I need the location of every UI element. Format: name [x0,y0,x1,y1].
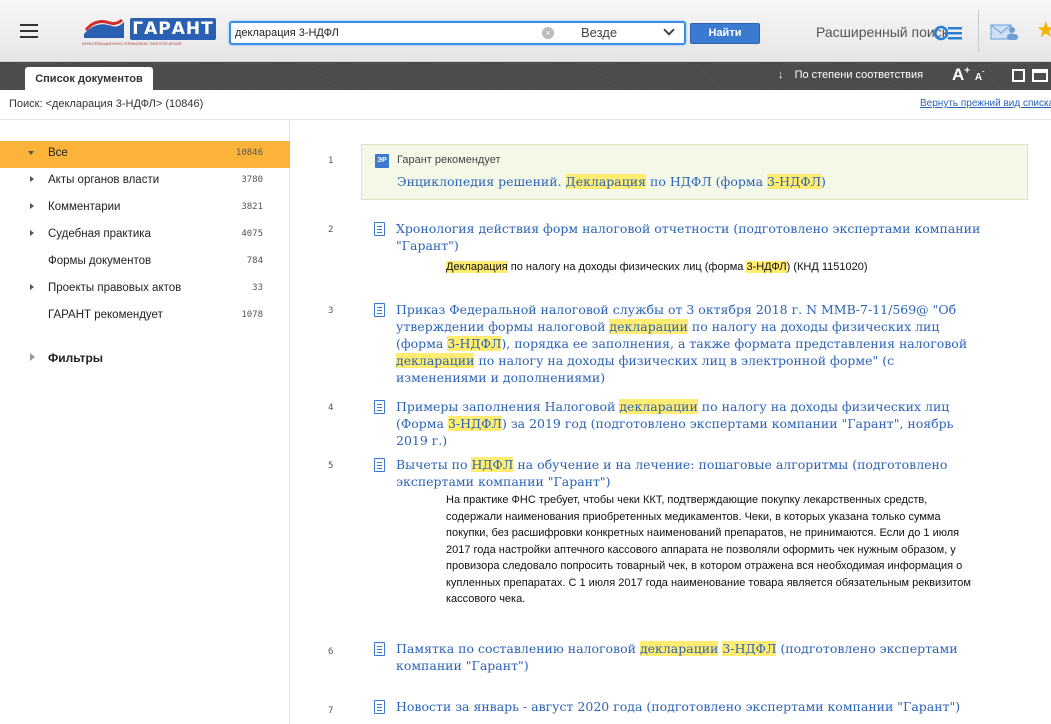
advanced-search-link[interactable]: Расширенный поиск [816,24,948,40]
garant-logo[interactable]: ГАРАНТ ИНФОРМАЦИОННО-ПРАВОВОЕ ОБЕСПЕЧЕНИ… [78,16,226,46]
result-number: 5 [328,461,334,471]
encyclopedia-icon: ЭР [375,154,389,168]
tab-document-list[interactable]: Список документов [25,67,153,91]
sidebar-item-label: Все [48,147,68,159]
result-title-link[interactable]: Хронология действия форм налоговой отчет… [396,220,986,254]
result-title-link[interactable]: Новости за январь - август 2020 года (по… [396,698,986,715]
clear-icon[interactable]: × [542,27,554,39]
document-icon [374,458,385,472]
sidebar-item-label: Проекты правовых актов [48,282,182,294]
font-decrease-icon[interactable]: A- [975,65,985,84]
sidebar-item-garant-recommends[interactable]: ГАРАНТ рекомендует 1078 [0,303,290,330]
restore-view-link[interactable]: Вернуть прежний вид списка [920,98,1051,109]
chevron-down-icon [663,24,675,36]
print-icon[interactable] [1032,69,1048,82]
logo-text: ГАРАНТ [130,18,216,40]
list-search-icon[interactable] [934,24,964,42]
result-title-link[interactable]: Приказ Федеральной налоговой службы от 3… [396,301,986,386]
sidebar-item-court-practice[interactable]: Судебная практика 4075 [0,222,290,249]
sidebar-item-draft-acts[interactable]: Проекты правовых актов 33 [0,276,290,303]
result-title-link[interactable]: Памятка по составлению налоговой деклара… [396,640,986,674]
result-number: 2 [328,225,334,235]
scope-select[interactable]: Везде [567,23,683,43]
font-increase-icon[interactable]: A+ [952,65,970,84]
sidebar-item-comments[interactable]: Комментарии 3821 [0,195,290,222]
sidebar-item-count: 3780 [241,175,263,185]
result-number: 4 [328,403,334,413]
sort-label: По степени соответствия [794,69,924,81]
sidebar-item-label: Комментарии [48,201,121,213]
hamburger-icon[interactable] [20,24,38,38]
result-number: 7 [328,706,334,716]
logo-swoosh-icon [84,18,124,38]
sidebar-item-acts[interactable]: Акты органов власти 3780 [0,168,290,195]
sort-control[interactable]: ↓ По степени соответствия [778,69,923,81]
find-button[interactable]: Найти [690,23,760,44]
document-toolbar: Список документов ↓ По степени соответст… [0,62,1051,91]
save-icon[interactable] [1012,69,1025,82]
result-snippet: Декларация по налогу на доходы физически… [446,261,868,273]
document-icon [374,400,385,414]
result-title-link[interactable]: Вычеты по НДФЛ на обучение и на лечение:… [396,456,986,490]
sidebar-item-all[interactable]: Все 10846 [0,141,290,168]
document-icon [374,700,385,714]
search-input[interactable] [235,25,535,41]
document-icon [374,222,385,236]
top-bar: ГАРАНТ ИНФОРМАЦИОННО-ПРАВОВОЕ ОБЕСПЕЧЕНИ… [0,0,1051,62]
result-title-link[interactable]: Примеры заполнения Налоговой декларации … [396,398,986,449]
result-number: 3 [328,306,334,316]
recommend-label: Гарант рекомендует [397,154,501,166]
sidebar-item-count: 10846 [235,148,263,158]
collapsed-arrow-icon [30,203,34,209]
logo-subtitle: ИНФОРМАЦИОННО-ПРАВОВОЕ ОБЕСПЕЧЕНИЕ [82,41,183,46]
sidebar-item-count: 1078 [241,310,263,320]
mail-icon[interactable] [990,22,1020,42]
search-info-line: Поиск: <декларация 3-НДФЛ> (10846) Верну… [0,90,1051,120]
result-number: 6 [328,647,334,657]
collapsed-arrow-icon [30,176,34,182]
sidebar-item-label: Формы документов [48,255,152,267]
sidebar-item-label: ГАРАНТ рекомендует [48,309,163,321]
recommended-result: ЭР Гарант рекомендует Энциклопедия решен… [361,144,1028,200]
sidebar-item-count: 4075 [241,229,263,239]
toolbar-divider [978,10,979,52]
sidebar-item-label: Акты органов власти [48,174,160,186]
result-snippet: На практике ФНС требует, чтобы чеки ККТ,… [446,494,971,605]
collapsed-arrow-icon [30,353,35,361]
expanded-arrow-icon [28,151,34,155]
search-box: × Везде [229,21,686,45]
sidebar-item-count: 3821 [241,202,263,212]
filters-label: Фильтры [48,351,104,365]
document-icon [374,642,385,656]
sidebar-item-count: 33 [252,283,263,293]
sidebar-item-document-forms[interactable]: Формы документов 784 [0,249,290,276]
star-icon[interactable]: ★ [1036,18,1051,42]
result-title-link[interactable]: Энциклопедия решений. Декларация по НДФЛ… [397,174,826,189]
document-icon [374,303,385,317]
results-list: 1 ЭР Гарант рекомендует Энциклопедия реш… [291,121,1051,724]
category-sidebar: Все 10846 Акты органов власти 3780 Комме… [0,121,290,724]
font-size-control[interactable]: A+ A- [952,65,984,85]
sort-arrow-icon: ↓ [778,69,784,81]
scope-value: Везде [581,25,618,40]
result-number: 1 [328,156,334,166]
filters-toggle[interactable]: Фильтры [0,346,290,372]
collapsed-arrow-icon [30,284,34,290]
collapsed-arrow-icon [30,230,34,236]
search-query-label: Поиск: <декларация 3-НДФЛ> (10846) [9,98,204,110]
sidebar-item-count: 784 [246,256,263,266]
sidebar-item-label: Судебная практика [48,228,151,240]
